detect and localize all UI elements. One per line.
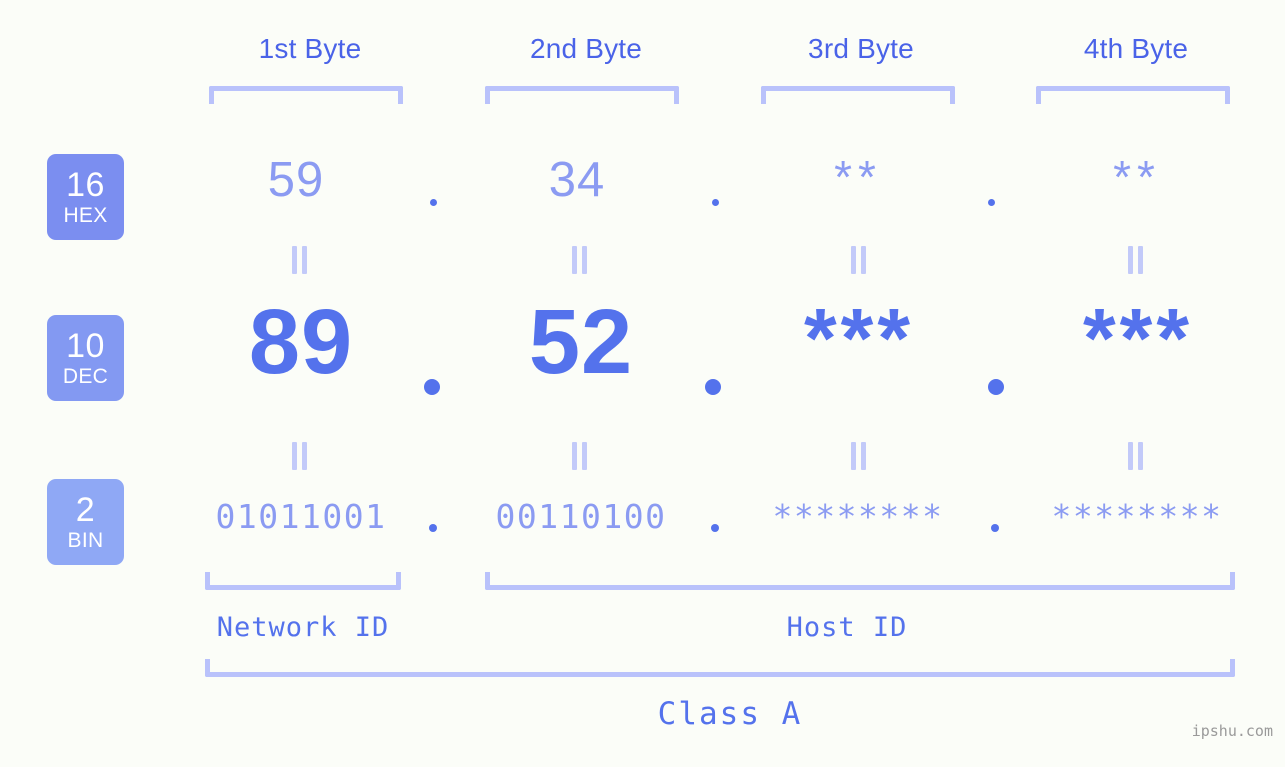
equals-mark-hex-dec-4: [1127, 246, 1145, 274]
dec-byte-3: ***: [803, 291, 915, 385]
host-id-label: Host ID: [786, 612, 908, 643]
dec-byte-2: 52: [528, 291, 634, 393]
bin-byte-2: 00110100: [495, 497, 667, 536]
base-badge-bin-label: BIN: [67, 529, 104, 552]
site-watermark: ipshu.com: [1191, 722, 1273, 740]
bin-dot-separator-1: [429, 524, 437, 532]
dec-byte-4: ***: [1082, 291, 1194, 385]
byte-header-2: 2nd Byte: [529, 33, 643, 64]
base-badge-dec: 10 DEC: [47, 315, 124, 401]
base-badge-dec-number: 10: [66, 327, 105, 365]
bin-byte-1: 01011001: [215, 497, 387, 536]
dec-dot-separator-1: [424, 379, 440, 395]
base-badge-dec-label: DEC: [62, 365, 109, 388]
equals-mark-hex-dec-2: [571, 246, 589, 274]
byte-bracket-top-1: [209, 86, 403, 104]
base-badge-bin-number: 2: [75, 491, 96, 529]
bin-dot-separator-2: [711, 524, 719, 532]
bin-dot-separator-3: [991, 524, 999, 532]
byte-bracket-top-2: [485, 86, 679, 104]
byte-header-3: 3rd Byte: [808, 33, 914, 64]
hex-dot-separator-2: [712, 199, 719, 206]
dec-byte-1: 89: [248, 291, 354, 393]
base-badge-bin: 2 BIN: [47, 479, 124, 565]
bin-byte-3: ********: [772, 497, 944, 536]
hex-dot-separator-1: [430, 199, 437, 206]
base-badge-hex-number: 16: [66, 166, 105, 204]
equals-mark-dec-bin-1: [291, 442, 309, 470]
host-id-bracket: [485, 572, 1235, 590]
network-id-label: Network ID: [216, 612, 390, 643]
byte-bracket-top-4: [1036, 86, 1230, 104]
byte-header-1: 1st Byte: [258, 33, 362, 64]
byte-header-4: 4th Byte: [1083, 33, 1189, 64]
network-id-bracket: [205, 572, 401, 590]
base-badge-hex: 16 HEX: [47, 154, 124, 240]
hex-dot-separator-3: [988, 199, 995, 206]
bin-byte-4: ********: [1051, 497, 1223, 536]
hex-byte-4: **: [1113, 151, 1161, 203]
equals-mark-hex-dec-1: [291, 246, 309, 274]
dec-dot-separator-3: [988, 379, 1004, 395]
hex-byte-3: **: [834, 151, 882, 203]
equals-mark-dec-bin-3: [850, 442, 868, 470]
base-badge-hex-label: HEX: [63, 204, 108, 227]
equals-mark-dec-bin-2: [571, 442, 589, 470]
class-bracket: [205, 659, 1235, 677]
ip-address-breakdown-diagram: 1st Byte 2nd Byte 3rd Byte 4th Byte 16 H…: [0, 0, 1285, 767]
byte-bracket-top-3: [761, 86, 955, 104]
hex-byte-2: 34: [548, 153, 606, 207]
hex-byte-1: 59: [267, 153, 325, 207]
dec-dot-separator-2: [705, 379, 721, 395]
equals-mark-hex-dec-3: [850, 246, 868, 274]
equals-mark-dec-bin-4: [1127, 442, 1145, 470]
class-label: Class A: [657, 696, 803, 732]
